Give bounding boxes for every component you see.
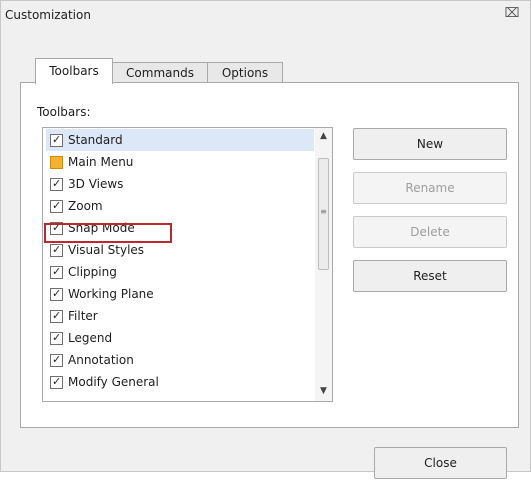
checkbox-checked-icon[interactable]: ✓ — [50, 221, 63, 235]
list-item-label: Standard — [68, 133, 123, 147]
tab-options[interactable]: Options — [207, 62, 283, 83]
checkbox-checked-icon[interactable]: ✓ — [50, 265, 63, 279]
list-item-label: Working Plane — [68, 287, 154, 301]
checkbox-checked-icon[interactable]: ✓ — [50, 243, 63, 257]
list-item-label: Snap Mode — [68, 221, 135, 235]
list-item-label: Main Menu — [68, 155, 134, 169]
close-button[interactable]: Close — [374, 447, 507, 479]
delete-button[interactable]: Delete — [353, 216, 507, 248]
toolbars-section-label: Toolbars: — [37, 105, 91, 119]
orange-square-icon[interactable]: ✓ — [50, 156, 63, 169]
list-item-label: Legend — [68, 331, 113, 345]
list-item-label: 3D Views — [68, 177, 124, 191]
scroll-up-arrow-icon[interactable]: ▲ — [318, 131, 329, 141]
checkbox-checked-icon[interactable]: ✓ — [50, 331, 63, 345]
scrollbar-thumb[interactable]: ≡ — [318, 158, 329, 270]
list-item-working-plane[interactable]: ✓ Working Plane — [46, 283, 314, 305]
checkbox-checked-icon[interactable]: ✓ — [50, 309, 63, 323]
list-item-standard[interactable]: ✓ Standard — [46, 129, 314, 151]
list-item-zoom[interactable]: ✓ Zoom — [46, 195, 314, 217]
grip-icon: ≡ — [320, 207, 327, 216]
checkbox-checked-icon[interactable]: ✓ — [50, 287, 63, 301]
list-item-label: Filter — [68, 309, 98, 323]
list-item-filter[interactable]: ✓ Filter — [46, 305, 314, 327]
close-icon[interactable]: ⌧ — [504, 6, 520, 22]
checkbox-checked-icon[interactable]: ✓ — [50, 199, 63, 213]
list-item-legend[interactable]: ✓ Legend — [46, 327, 314, 349]
list-item-snap-mode[interactable]: ✓ Snap Mode — [46, 217, 314, 239]
rename-button[interactable]: Rename — [353, 172, 507, 204]
list-item-label: Visual Styles — [68, 243, 145, 257]
tab-toolbars[interactable]: Toolbars — [35, 58, 113, 84]
list-item-label: Clipping — [68, 265, 117, 279]
checkbox-checked-icon[interactable]: ✓ — [50, 353, 63, 367]
new-button[interactable]: New — [353, 128, 507, 160]
checkbox-checked-icon[interactable]: ✓ — [50, 177, 63, 191]
checkbox-checked-icon[interactable]: ✓ — [50, 133, 63, 147]
toolbars-listbox[interactable]: ✓ Standard ✓ Main Menu ✓ 3D Views ✓ Zoom… — [42, 127, 333, 402]
scroll-down-arrow-icon[interactable]: ▼ — [318, 386, 329, 396]
reset-button[interactable]: Reset — [353, 260, 507, 292]
tab-commands[interactable]: Commands — [112, 62, 208, 83]
toolbars-tab-panel: Toolbars: ✓ Standard ✓ Main Menu ✓ 3D Vi… — [20, 82, 519, 428]
list-item-clipping[interactable]: ✓ Clipping — [46, 261, 314, 283]
list-item-main-menu[interactable]: ✓ Main Menu — [46, 151, 314, 173]
customization-dialog: Customization ⌧ Toolbars Commands Option… — [0, 0, 531, 479]
listbox-scrollbar[interactable]: ▲ ≡ ▼ — [315, 128, 332, 401]
list-item-modify-general[interactable]: ✓ Modify General — [46, 371, 314, 393]
list-item-annotation[interactable]: ✓ Annotation — [46, 349, 314, 371]
list-item-visual-styles[interactable]: ✓ Visual Styles — [46, 239, 314, 261]
title-bar: Customization ⌧ — [1, 1, 530, 29]
checkbox-checked-icon[interactable]: ✓ — [50, 375, 63, 389]
list-item-3d-views[interactable]: ✓ 3D Views — [46, 173, 314, 195]
window-title: Customization — [5, 8, 91, 22]
list-item-label: Modify General — [68, 375, 159, 389]
list-item-label: Annotation — [68, 353, 134, 367]
list-item-label: Zoom — [68, 199, 103, 213]
